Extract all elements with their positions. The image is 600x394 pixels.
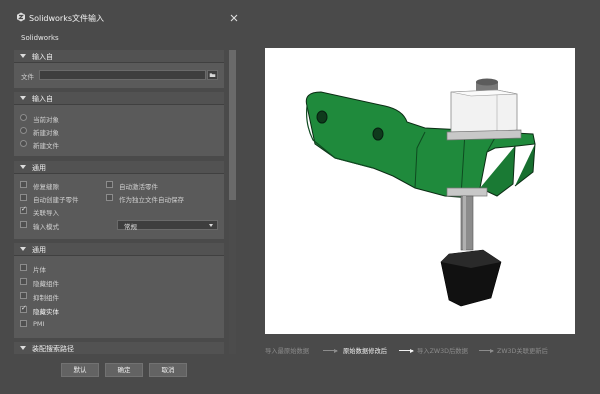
step-arrow	[323, 349, 338, 353]
chevron-down-icon	[20, 346, 26, 350]
select-value: 常规	[124, 223, 137, 231]
group-title: 输入自	[32, 53, 53, 61]
folder-icon	[209, 73, 216, 77]
title-bar: Solidworks文件输入	[0, 0, 600, 30]
group-header-input-from-file[interactable]: 输入自	[14, 50, 224, 63]
chevron-down-icon	[209, 224, 213, 227]
input-mode-select[interactable]: 常规	[117, 220, 218, 231]
chevron-down-icon	[20, 96, 26, 100]
subtitle: Solidworks	[21, 34, 59, 42]
group-title: 通用	[32, 246, 46, 254]
checkbox-label: PMI	[33, 320, 45, 328]
checkbox-label: 输入模式	[33, 223, 59, 231]
step-zw3d-associative-update: ZW3D关联更新后	[497, 348, 548, 355]
step-zw3d-import: 导入ZW3D后数据	[417, 348, 468, 355]
checkbox-auto-activate-part[interactable]	[106, 181, 113, 188]
ok-button[interactable]: 确定	[105, 363, 143, 377]
step-arrow	[399, 349, 414, 353]
close-icon[interactable]	[228, 12, 240, 24]
solidworks-logo-icon	[17, 12, 25, 22]
radio-current-object[interactable]	[20, 114, 27, 121]
options-panel: 输入自 文件 输入自 当前对象 新建对象 新建文件 通用 修复缝隙 自动创建子零…	[14, 50, 224, 354]
checkbox-label: 关联导入	[33, 209, 59, 217]
step-original-import: 导入最原始数据	[265, 348, 310, 355]
cad-model-image	[305, 78, 536, 307]
checkbox-hide-bodies[interactable]	[20, 304, 27, 313]
checkbox-label: 修复缝隙	[33, 183, 59, 191]
checkbox-pmi[interactable]	[20, 320, 27, 327]
cancel-button[interactable]: 取消	[149, 363, 187, 377]
model-preview	[265, 48, 575, 334]
checkbox-input-mode[interactable]	[20, 221, 27, 228]
group-header-input-from-target[interactable]: 输入自	[14, 92, 224, 105]
file-path-input[interactable]	[39, 70, 206, 80]
checkbox-label: 隐藏实体	[33, 308, 59, 316]
group-title: 装配搜索路径	[32, 345, 74, 353]
step-arrow	[479, 349, 494, 353]
file-label: 文件	[21, 73, 34, 81]
group-header-general-visibility[interactable]: 通用	[14, 243, 224, 256]
radio-label: 当前对象	[33, 116, 59, 124]
group-input-from-file: 输入自 文件	[14, 50, 224, 88]
group-general-visibility: 通用 片体 隐藏组件 抑制组件 隐藏实体 PMI	[14, 243, 224, 338]
options-scrollbar[interactable]	[229, 50, 236, 354]
checkbox-label: 抑制组件	[33, 294, 59, 302]
radio-new-file[interactable]	[20, 140, 27, 147]
scrollbar-thumb[interactable]	[229, 50, 236, 200]
radio-label: 新建文件	[33, 142, 59, 150]
browse-folder-button[interactable]	[207, 70, 218, 80]
group-assembly-search-path: 装配搜索路径	[14, 342, 224, 354]
radio-label: 新建对象	[33, 129, 59, 137]
checkbox-auto-save-separate[interactable]	[106, 194, 113, 201]
checkbox-repair-gaps[interactable]	[20, 181, 27, 188]
group-header-general[interactable]: 通用	[14, 161, 224, 174]
process-steps: 导入最原始数据 原始数据修改后 导入ZW3D后数据 ZW3D关联更新后	[265, 346, 575, 358]
checkbox-label: 自动创建子零件	[33, 196, 79, 204]
window-title: Solidworks文件输入	[29, 14, 105, 23]
group-general: 通用 修复缝隙 自动创建子零件 关联导入 输入模式 自动激活零件 作为独立文件自…	[14, 161, 224, 239]
chevron-down-icon	[20, 247, 26, 251]
group-input-from-target: 输入自 当前对象 新建对象 新建文件	[14, 92, 224, 156]
checkbox-label: 片体	[33, 266, 46, 274]
radio-new-object[interactable]	[20, 127, 27, 134]
group-title: 输入自	[32, 95, 53, 103]
group-header-assembly-search-path[interactable]: 装配搜索路径	[14, 342, 224, 354]
checkbox-associative-import[interactable]	[20, 205, 27, 214]
checkbox-sheet[interactable]	[20, 264, 27, 271]
checkbox-label: 作为独立文件自动保存	[119, 196, 184, 204]
chevron-down-icon	[20, 54, 26, 58]
checkbox-auto-create-subpart[interactable]	[20, 194, 27, 201]
checkbox-label: 自动激活零件	[119, 183, 158, 191]
chevron-down-icon	[20, 165, 26, 169]
group-title: 通用	[32, 164, 46, 172]
step-original-modified: 原始数据修改后	[343, 348, 388, 355]
default-button[interactable]: 默认	[61, 363, 99, 377]
checkbox-label: 隐藏组件	[33, 280, 59, 288]
checkbox-hide-components[interactable]	[20, 278, 27, 285]
checkbox-suppress-components[interactable]	[20, 292, 27, 299]
